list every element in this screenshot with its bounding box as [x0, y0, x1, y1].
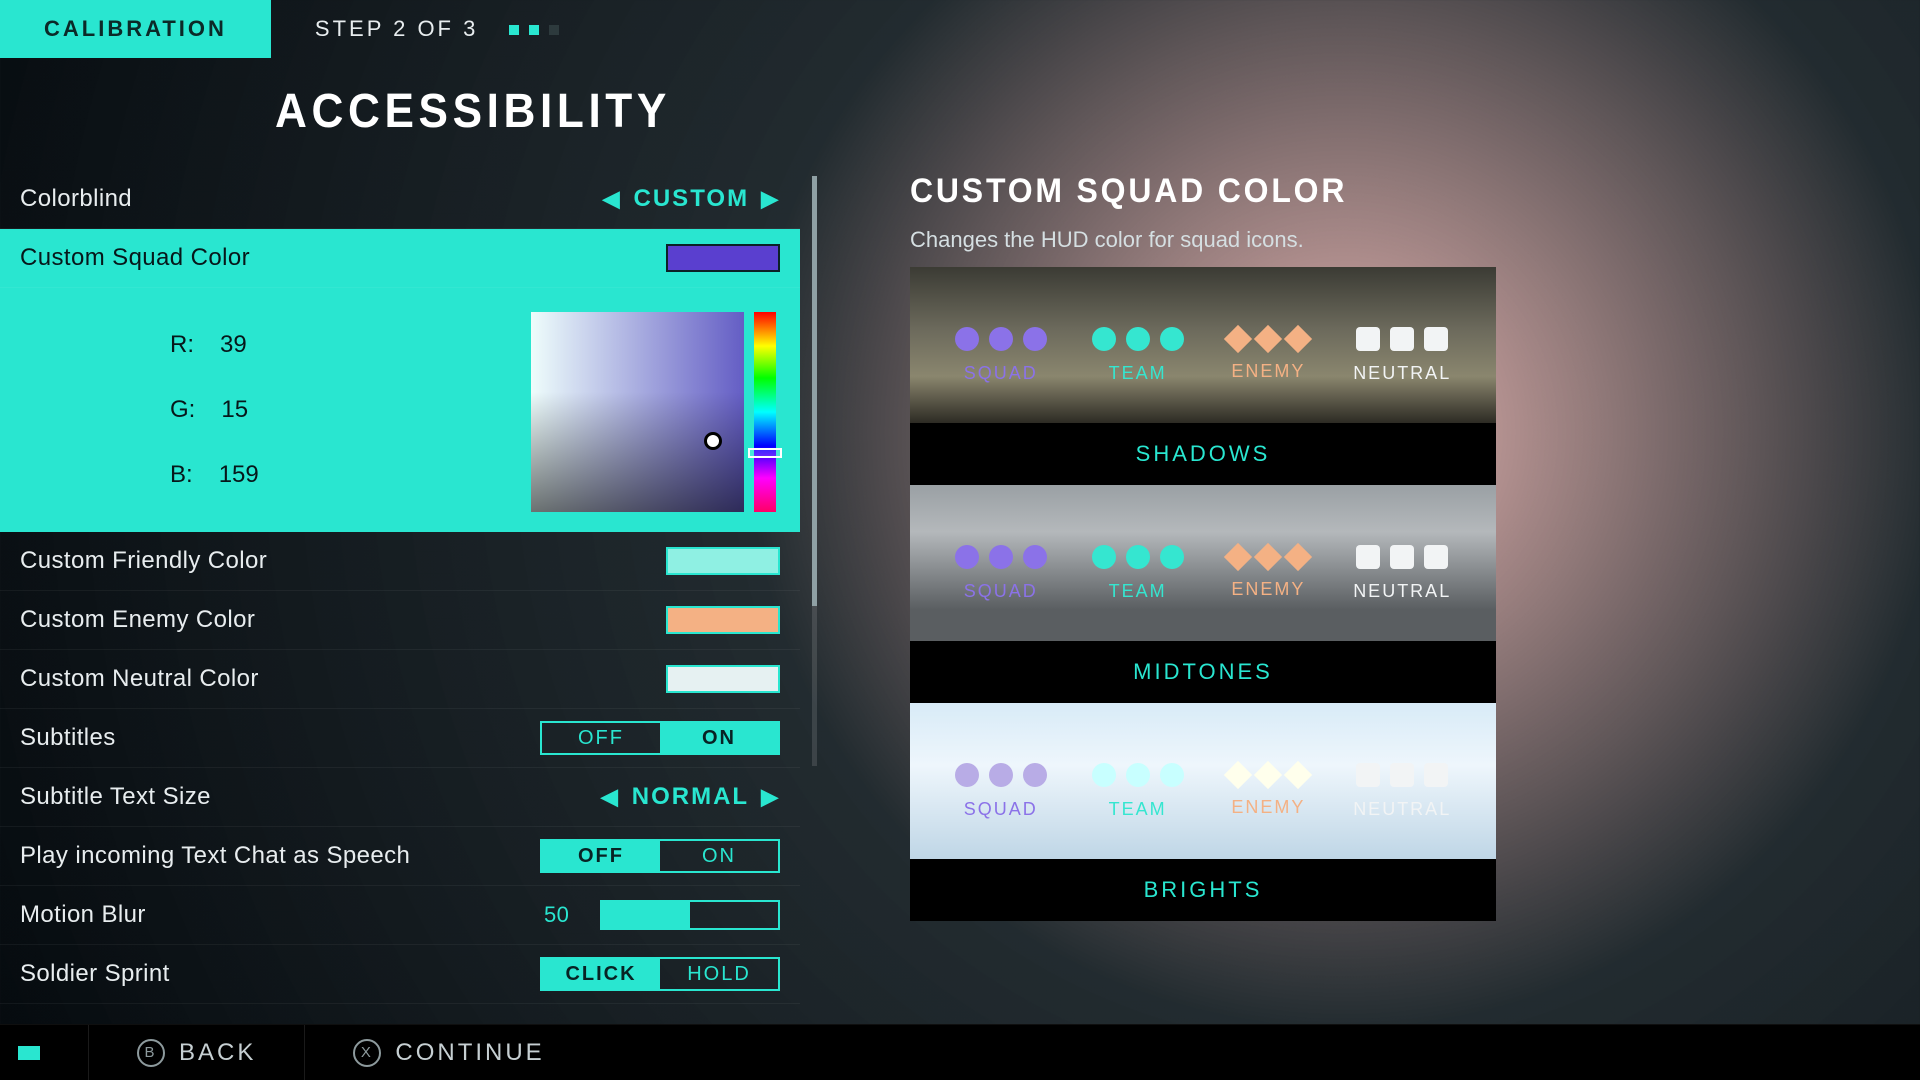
setting-friendly-color[interactable]: Custom Friendly Color	[0, 532, 800, 591]
settings-scrollbar[interactable]	[812, 176, 817, 766]
chevron-right-icon[interactable]: ▶	[761, 186, 780, 212]
preview-group-enemy: ENEMY	[1228, 547, 1308, 600]
hue-marker[interactable]	[748, 448, 782, 458]
setting-neutral-color[interactable]: Custom Neutral Color	[0, 650, 800, 709]
settings-panel: Colorblind ◀ CUSTOM ▶ Custom Squad Color…	[0, 170, 800, 1004]
scrollbar-thumb[interactable]	[812, 176, 817, 606]
caption-brights: BRIGHTS	[910, 859, 1496, 921]
color-picker[interactable]: R:39 G:15 B:159	[0, 288, 800, 532]
motion-blur-value: 50	[544, 902, 588, 928]
colorblind-value: CUSTOM	[634, 185, 750, 213]
tts-on[interactable]: ON	[660, 841, 778, 871]
preview-group-enemy: ENEMY	[1228, 765, 1308, 818]
hue-slider[interactable]	[754, 312, 776, 512]
chevron-left-icon[interactable]: ◀	[603, 186, 622, 212]
setting-subtitles[interactable]: Subtitles OFF ON	[0, 709, 800, 768]
caption-shadows: SHADOWS	[910, 423, 1496, 485]
sprint-hold[interactable]: HOLD	[660, 959, 778, 989]
setting-subtitle-size[interactable]: Subtitle Text Size ◀ NORMAL ▶	[0, 768, 800, 827]
preview-group-team: TEAM	[1092, 545, 1184, 602]
preview-group-enemy: ENEMY	[1228, 329, 1308, 382]
chevron-right-icon[interactable]: ▶	[761, 784, 780, 810]
enemy-swatch[interactable]	[666, 606, 780, 634]
preview-group-neutral: NEUTRAL	[1353, 763, 1451, 820]
preview-panel: CUSTOM SQUAD COLOR Changes the HUD color…	[910, 172, 1496, 921]
picker-handle[interactable]	[704, 432, 722, 450]
preview-group-squad: SQUAD	[955, 327, 1047, 384]
subtitle-size-value: NORMAL	[632, 783, 749, 811]
squad-color-label: Custom Squad Color	[20, 244, 250, 272]
friendly-swatch[interactable]	[666, 547, 780, 575]
preview-desc: Changes the HUD color for squad icons.	[910, 227, 1496, 253]
header: CALIBRATION STEP 2 OF 3	[0, 0, 603, 58]
setting-sprint[interactable]: Soldier Sprint CLICK HOLD	[0, 945, 800, 1004]
setting-tts[interactable]: Play incoming Text Chat as Speech OFF ON	[0, 827, 800, 886]
continue-key-icon: X	[353, 1039, 381, 1067]
preview-group-team: TEAM	[1092, 327, 1184, 384]
footer: B BACK X CONTINUE	[0, 1024, 1920, 1080]
subtitles-off[interactable]: OFF	[542, 723, 660, 753]
preview-group-neutral: NEUTRAL	[1353, 545, 1451, 602]
setting-colorblind[interactable]: Colorblind ◀ CUSTOM ▶	[0, 170, 800, 229]
subtitles-toggle[interactable]: OFF ON	[540, 721, 780, 755]
colorblind-label: Colorblind	[20, 185, 132, 213]
neutral-swatch[interactable]	[666, 665, 780, 693]
squad-color-swatch[interactable]	[666, 244, 780, 272]
caption-midtones: MIDTONES	[910, 641, 1496, 703]
continue-button[interactable]: X CONTINUE	[353, 1039, 544, 1067]
preview-group-neutral: NEUTRAL	[1353, 327, 1451, 384]
setting-squad-color[interactable]: Custom Squad Color	[0, 229, 800, 288]
motion-blur-fill	[602, 902, 690, 928]
sprint-toggle[interactable]: CLICK HOLD	[540, 957, 780, 991]
subtitles-on[interactable]: ON	[660, 723, 778, 753]
back-button[interactable]: B BACK	[137, 1039, 256, 1067]
rgb-values: R:39 G:15 B:159	[0, 312, 400, 508]
tts-toggle[interactable]: OFF ON	[540, 839, 780, 873]
tts-off[interactable]: OFF	[542, 841, 660, 871]
preview-midtones: SQUAD TEAM ENEMY NEUTRAL	[910, 485, 1496, 641]
preview-group-squad: SQUAD	[955, 545, 1047, 602]
sprint-click[interactable]: CLICK	[542, 959, 660, 989]
back-key-icon: B	[137, 1039, 165, 1067]
step-dots	[509, 25, 559, 35]
preview-title: CUSTOM SQUAD COLOR	[910, 172, 1461, 211]
calibration-tab[interactable]: CALIBRATION	[0, 0, 271, 58]
footer-pip-icon	[18, 1046, 40, 1060]
page-title: ACCESSIBILITY	[275, 84, 671, 139]
setting-enemy-color[interactable]: Custom Enemy Color	[0, 591, 800, 650]
preview-group-squad: SQUAD	[955, 763, 1047, 820]
setting-motion-blur[interactable]: Motion Blur 50	[0, 886, 800, 945]
preview-shadows: SQUAD TEAM ENEMY NEUTRAL	[910, 267, 1496, 423]
saturation-value-field[interactable]	[531, 312, 744, 512]
chevron-left-icon[interactable]: ◀	[601, 784, 620, 810]
motion-blur-slider[interactable]	[600, 900, 780, 930]
preview-brights: SQUAD TEAM ENEMY NEUTRAL	[910, 703, 1496, 859]
step-indicator: STEP 2 OF 3	[271, 0, 604, 58]
preview-group-team: TEAM	[1092, 763, 1184, 820]
